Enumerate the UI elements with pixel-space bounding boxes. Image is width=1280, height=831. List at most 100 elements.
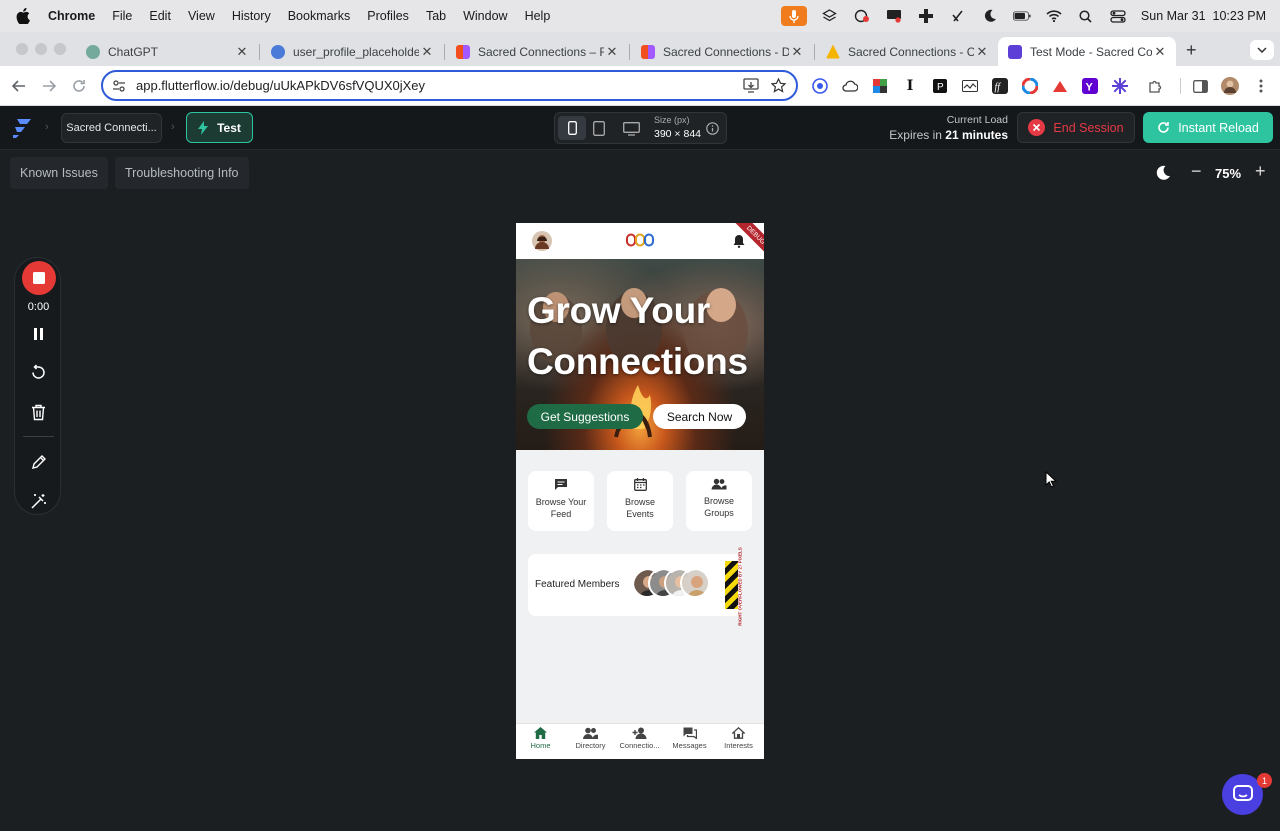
plus-cross-icon[interactable] — [917, 7, 935, 25]
extension-colorgrid-icon[interactable] — [871, 77, 889, 95]
window-minimize-button[interactable] — [35, 43, 47, 55]
pencil-icon[interactable] — [15, 454, 62, 470]
menu-tab[interactable]: Tab — [426, 9, 446, 23]
moon-icon[interactable] — [981, 7, 999, 25]
close-icon[interactable]: ✕ — [789, 44, 805, 60]
test-mode-button[interactable]: Test — [186, 112, 253, 143]
tab-sacred-connections-figma[interactable]: Sacred Connections – Figma ✕ — [446, 37, 628, 66]
close-icon[interactable]: ✕ — [974, 44, 990, 60]
tab-test-mode-active[interactable]: Test Mode - Sacred Conne ✕ — [998, 37, 1176, 66]
menu-help[interactable]: Help — [525, 9, 551, 23]
browse-groups-card[interactable]: Browse Groups — [686, 471, 752, 531]
reload-icon[interactable] — [70, 77, 88, 95]
extension-colorwheel-icon[interactable] — [1021, 77, 1039, 95]
menu-view[interactable]: View — [188, 9, 215, 23]
extension-wave-icon[interactable] — [961, 77, 979, 95]
end-session-button[interactable]: End Session — [1017, 112, 1135, 143]
menu-bookmarks[interactable]: Bookmarks — [288, 9, 351, 23]
menu-history[interactable]: History — [232, 9, 271, 23]
apple-logo-icon[interactable] — [16, 8, 34, 24]
display-icon[interactable] — [885, 7, 903, 25]
battery-icon[interactable] — [1012, 7, 1031, 25]
menu-app-chrome[interactable]: Chrome — [48, 9, 95, 23]
back-arrow-icon[interactable] — [10, 77, 28, 95]
clock[interactable]: Sun Mar 31 10:23 PM — [1141, 9, 1266, 23]
dark-mode-toggle-icon[interactable] — [1155, 165, 1171, 181]
troubleshooting-info-button[interactable]: Troubleshooting Info — [115, 157, 249, 189]
flutterflow-logo-icon[interactable] — [11, 117, 33, 139]
user-avatar[interactable] — [532, 231, 552, 251]
info-icon[interactable] — [706, 122, 719, 135]
nav-messages[interactable]: Messages — [665, 727, 714, 750]
profile-avatar-icon[interactable] — [1221, 77, 1239, 95]
extension-p-icon[interactable]: P — [931, 77, 949, 95]
nav-home[interactable]: Home — [516, 727, 565, 750]
menu-window[interactable]: Window — [463, 9, 507, 23]
close-icon[interactable]: ✕ — [234, 44, 250, 60]
extension-wordpress-icon[interactable] — [811, 77, 829, 95]
extension-sparkle-icon[interactable] — [1111, 77, 1129, 95]
pause-icon[interactable] — [15, 328, 62, 340]
nav-directory[interactable]: Directory — [566, 727, 615, 750]
trash-icon[interactable] — [15, 404, 62, 421]
phone-device-icon[interactable] — [558, 116, 586, 140]
menu-file[interactable]: File — [112, 9, 132, 23]
member-avatar[interactable] — [680, 568, 710, 598]
tab-search-chevron-down-icon[interactable] — [1250, 40, 1274, 60]
spotlight-search-icon[interactable] — [1077, 7, 1095, 25]
restart-icon[interactable] — [15, 364, 62, 381]
extension-yahoo-icon[interactable]: Y — [1081, 77, 1099, 95]
hand-icon[interactable] — [949, 7, 967, 25]
window-close-button[interactable] — [16, 43, 28, 55]
close-circle-icon — [1028, 119, 1046, 136]
window-zoom-button[interactable] — [54, 43, 66, 55]
zoom-in-plus-icon[interactable]: + — [1255, 161, 1266, 182]
bookmark-star-icon[interactable] — [771, 78, 786, 93]
url-text[interactable]: app.flutterflow.io/debug/uUkAPkDV6sfVQUX… — [136, 78, 425, 93]
microphone-icon[interactable] — [780, 6, 807, 26]
close-icon[interactable]: ✕ — [419, 44, 435, 60]
side-panel-icon[interactable] — [1191, 77, 1209, 95]
menu-profiles[interactable]: Profiles — [367, 9, 409, 23]
tablet-device-icon[interactable] — [593, 121, 605, 136]
tab-user-profile-placeholder[interactable]: user_profile_placeholder. ✕ — [261, 37, 443, 66]
extension-cloud-icon[interactable] — [841, 77, 859, 95]
get-suggestions-button[interactable]: Get Suggestions — [527, 404, 643, 429]
layers-icon[interactable] — [821, 7, 839, 25]
lightning-icon — [198, 120, 209, 135]
zoom-out-minus-icon[interactable]: − — [1191, 161, 1202, 182]
install-app-icon[interactable] — [743, 78, 759, 93]
svg-text:Y: Y — [1086, 82, 1094, 94]
nav-interests[interactable]: Interests — [714, 727, 763, 750]
browse-events-card[interactable]: Browse Events — [607, 471, 673, 531]
address-bar[interactable]: app.flutterflow.io/debug/uUkAPkDV6sfVQUX… — [101, 70, 798, 101]
search-now-button[interactable]: Search Now — [653, 404, 746, 429]
magic-wand-icon[interactable] — [15, 493, 62, 510]
desktop-device-icon[interactable] — [623, 122, 640, 136]
extension-ff-icon[interactable]: ff — [991, 77, 1009, 95]
tab-sacred-connections-cloud[interactable]: Sacred Connections - Cloud ✕ — [816, 37, 998, 66]
wifi-icon[interactable] — [1045, 7, 1063, 25]
control-center-icon[interactable] — [1109, 7, 1127, 25]
tab-sacred-connections-design[interactable]: Sacred Connections - Desi ✕ — [631, 37, 813, 66]
extension-italic-icon[interactable]: I — [901, 77, 919, 95]
screen-record-icon[interactable] — [853, 7, 871, 25]
chrome-menu-kebab-icon[interactable] — [1252, 77, 1270, 95]
browse-feed-card[interactable]: Browse Your Feed — [528, 471, 594, 531]
extension-red-arrow-icon[interactable] — [1051, 77, 1069, 95]
close-icon[interactable]: ✕ — [1152, 44, 1168, 60]
featured-members-card[interactable]: Featured Members RIGHT OVERFLOWED BY 27 … — [528, 547, 743, 626]
project-name-button[interactable]: Sacred Connecti... — [61, 113, 162, 143]
instant-reload-button[interactable]: Instant Reload — [1143, 112, 1273, 143]
stop-recording-button[interactable] — [15, 261, 62, 295]
close-icon[interactable]: ✕ — [604, 44, 620, 60]
nav-connections[interactable]: Connectio... — [615, 727, 664, 750]
known-issues-button[interactable]: Known Issues — [10, 157, 108, 189]
extensions-puzzle-icon[interactable] — [1146, 77, 1164, 95]
forward-arrow-icon[interactable] — [40, 77, 58, 95]
menu-edit[interactable]: Edit — [149, 9, 171, 23]
tab-chatgpt[interactable]: ChatGPT ✕ — [76, 37, 258, 66]
site-settings-icon[interactable] — [112, 79, 126, 92]
new-tab-plus-icon[interactable]: + — [1186, 40, 1197, 61]
notification-bell-icon[interactable] — [733, 234, 745, 248]
